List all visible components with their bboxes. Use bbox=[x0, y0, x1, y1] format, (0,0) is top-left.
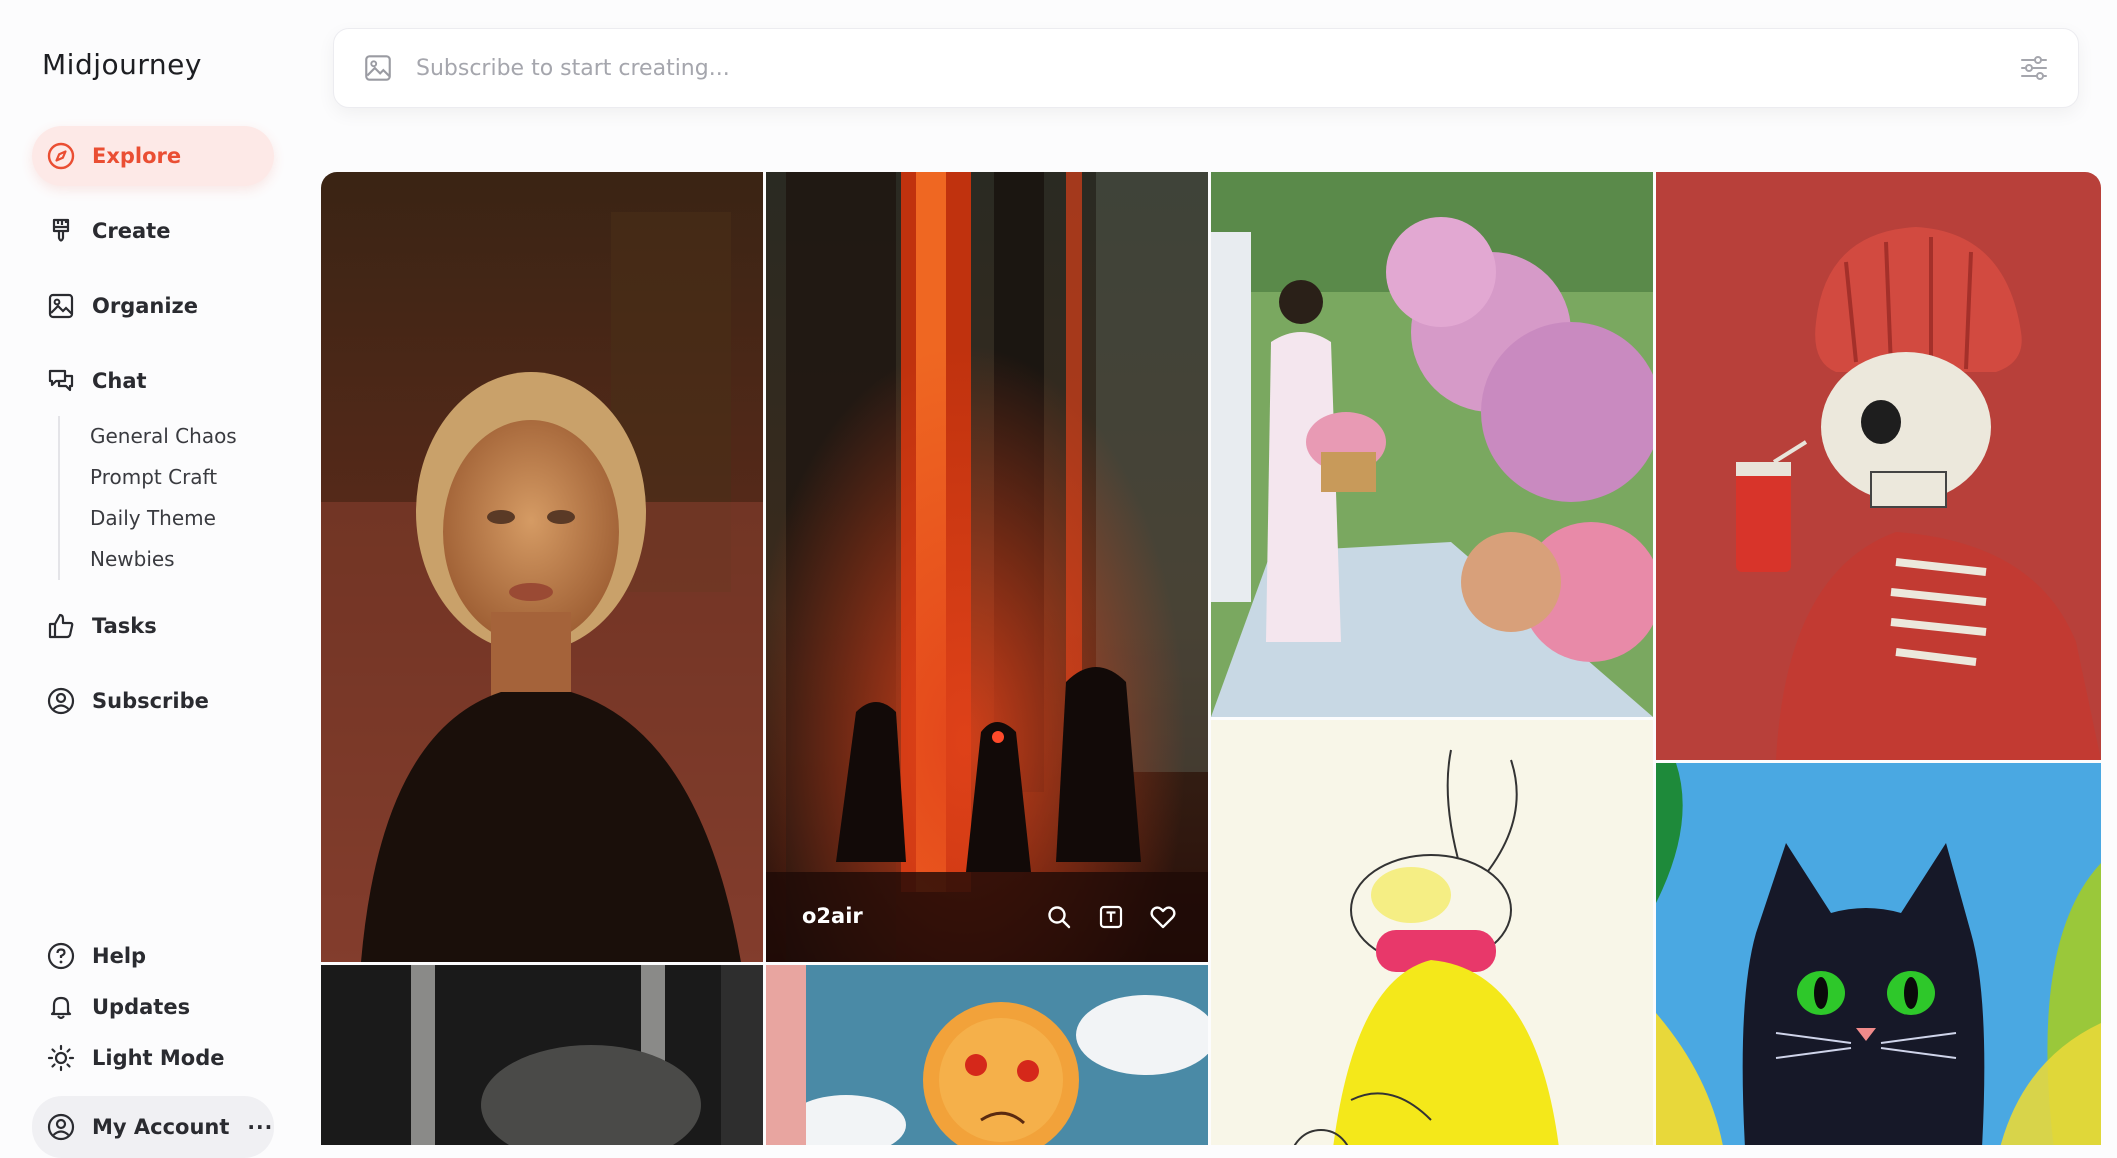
nav-explore-label: Explore bbox=[92, 144, 182, 168]
prompt-input[interactable] bbox=[416, 55, 2016, 81]
nav-chat-label: Chat bbox=[92, 369, 147, 393]
user-circle-icon bbox=[46, 686, 76, 716]
nav-create-label: Create bbox=[92, 219, 171, 243]
chat-rooms: General Chaos Prompt Craft Daily Theme N… bbox=[58, 416, 237, 580]
light-mode-label: Light Mode bbox=[92, 1045, 225, 1070]
nav-tasks-label: Tasks bbox=[92, 614, 157, 638]
chat-room-general-chaos[interactable]: General Chaos bbox=[90, 416, 237, 457]
chat-room-prompt-craft[interactable]: Prompt Craft bbox=[90, 457, 237, 498]
prompt-bar bbox=[333, 28, 2079, 108]
nav-organize[interactable]: Organize bbox=[32, 276, 274, 336]
my-account-label: My Account bbox=[92, 1115, 230, 1139]
nav-subscribe[interactable]: Subscribe bbox=[32, 671, 274, 731]
image-actions bbox=[1044, 902, 1178, 932]
explore-gallery: o2air bbox=[321, 172, 2101, 1145]
gallery-image-dark-bars[interactable] bbox=[321, 965, 763, 1145]
gallery-image-cat[interactable] bbox=[1656, 763, 2101, 1145]
chat-room-daily-theme[interactable]: Daily Theme bbox=[90, 498, 237, 539]
nav-organize-label: Organize bbox=[92, 294, 199, 318]
nav-updates[interactable]: Updates bbox=[32, 981, 274, 1032]
sun-icon bbox=[46, 1043, 76, 1073]
nav-help-label: Help bbox=[92, 943, 147, 968]
chat-bubbles-icon bbox=[46, 366, 76, 396]
gallery-image-sun-face[interactable] bbox=[766, 965, 1208, 1145]
help-icon bbox=[46, 941, 76, 971]
nav-updates-label: Updates bbox=[92, 994, 191, 1019]
gallery-image-neon-tower[interactable]: o2air bbox=[766, 172, 1208, 962]
sidebar: Midjourney Explore Create Organize Chat bbox=[0, 0, 300, 1158]
gallery-image-skeleton[interactable] bbox=[1656, 172, 2101, 760]
image-author[interactable]: o2air bbox=[802, 904, 863, 928]
bell-icon bbox=[46, 992, 76, 1022]
bottom-nav: Help Updates Light Mode bbox=[32, 930, 274, 1083]
account-icon bbox=[46, 1112, 76, 1142]
light-mode-toggle[interactable]: Light Mode bbox=[32, 1032, 274, 1083]
settings-sliders-icon[interactable] bbox=[2016, 50, 2052, 86]
gallery-image-garden[interactable] bbox=[1211, 172, 1653, 717]
search-icon[interactable] bbox=[1044, 902, 1074, 932]
nav-create[interactable]: Create bbox=[32, 201, 274, 261]
chat-room-newbies[interactable]: Newbies bbox=[90, 539, 237, 580]
nav-tasks[interactable]: Tasks bbox=[32, 596, 274, 656]
secondary-nav: Tasks Subscribe bbox=[32, 596, 274, 746]
main-nav: Explore Create Organize Chat bbox=[32, 126, 274, 426]
gallery-image-bunny[interactable] bbox=[1211, 720, 1653, 1145]
my-account-button[interactable]: My Account ··· bbox=[32, 1096, 274, 1158]
text-prompt-icon[interactable] bbox=[1096, 902, 1126, 932]
gallery-image-portrait[interactable] bbox=[321, 172, 763, 962]
image-upload-icon[interactable] bbox=[362, 52, 394, 84]
nav-chat[interactable]: Chat bbox=[32, 351, 274, 411]
compass-icon bbox=[46, 141, 76, 171]
more-options-icon[interactable]: ··· bbox=[247, 1115, 273, 1139]
heart-icon[interactable] bbox=[1148, 902, 1178, 932]
nav-explore[interactable]: Explore bbox=[32, 126, 274, 186]
brush-icon bbox=[46, 216, 76, 246]
thumbs-up-icon bbox=[46, 611, 76, 641]
nav-help[interactable]: Help bbox=[32, 930, 274, 981]
nav-subscribe-label: Subscribe bbox=[92, 689, 209, 713]
brand-logo[interactable]: Midjourney bbox=[42, 48, 202, 81]
image-icon bbox=[46, 291, 76, 321]
